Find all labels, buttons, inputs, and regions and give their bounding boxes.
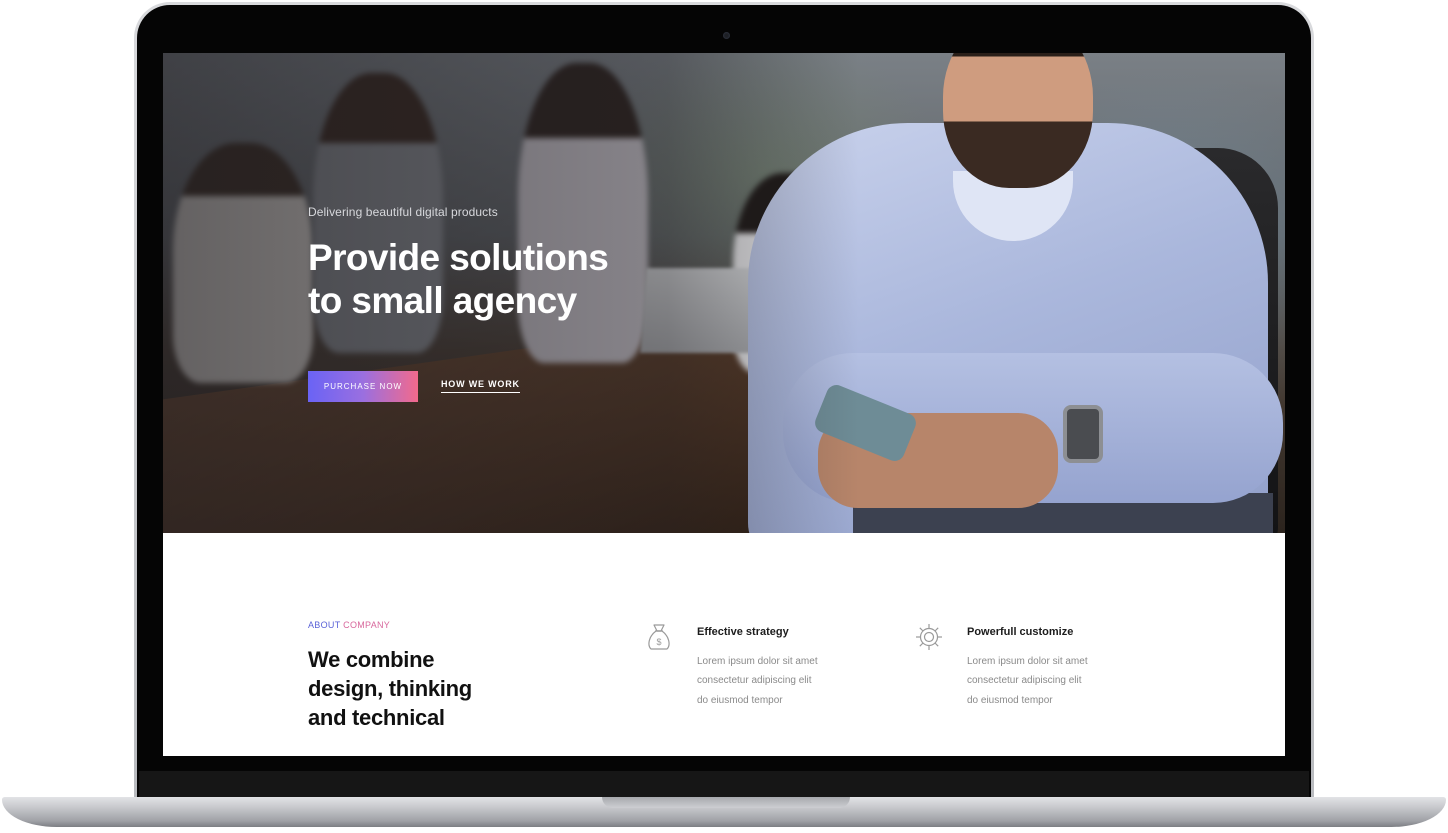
feature-description-line: consectetur adipiscing elit [967, 675, 1082, 687]
feature-description: Lorem ipsum dolor sit amet consectetur a… [697, 652, 867, 710]
about-label: ABOUT COMPANY [308, 620, 390, 630]
about-label-part: ABOUT [308, 620, 341, 630]
purchase-now-button[interactable]: PURCHASE NOW [308, 371, 418, 402]
feature-title: Effective strategy [697, 626, 789, 638]
laptop-base [2, 797, 1446, 827]
feature-description: Lorem ipsum dolor sit amet consectetur a… [967, 652, 1137, 710]
about-heading-line: We combine [308, 647, 435, 672]
hero-title-line: to small agency [308, 280, 577, 321]
about-heading: We combine design, thinking and technica… [308, 645, 508, 732]
feature-description-line: do eiusmod tempor [697, 694, 783, 706]
feature-description-line: do eiusmod tempor [967, 694, 1053, 706]
feature-description-line: consectetur adipiscing elit [697, 675, 812, 687]
website-screen: Delivering beautiful digital products Pr… [163, 53, 1285, 756]
laptop-notch [602, 797, 850, 808]
hero-title: Provide solutions to small agency [308, 236, 688, 322]
hero-eyebrow: Delivering beautiful digital products [308, 205, 498, 219]
hero-title-line: Provide solutions [308, 237, 609, 278]
hero-section: Delivering beautiful digital products Pr… [163, 53, 1285, 533]
about-heading-line: design, thinking [308, 676, 472, 701]
camera-icon [723, 32, 730, 39]
gear-icon [916, 624, 942, 650]
about-heading-line: and technical [308, 705, 445, 730]
laptop-bottom-bezel [139, 771, 1309, 797]
feature-title: Powerfull customize [967, 626, 1074, 638]
how-we-work-link[interactable]: HOW WE WORK [441, 379, 520, 393]
feature-description-line: Lorem ipsum dolor sit amet [967, 656, 1088, 667]
svg-text:$: $ [656, 637, 661, 647]
about-label-part: COMPANY [343, 620, 391, 630]
feature-description-line: Lorem ipsum dolor sit amet [697, 656, 818, 667]
money-bag-icon: $ [648, 624, 670, 650]
